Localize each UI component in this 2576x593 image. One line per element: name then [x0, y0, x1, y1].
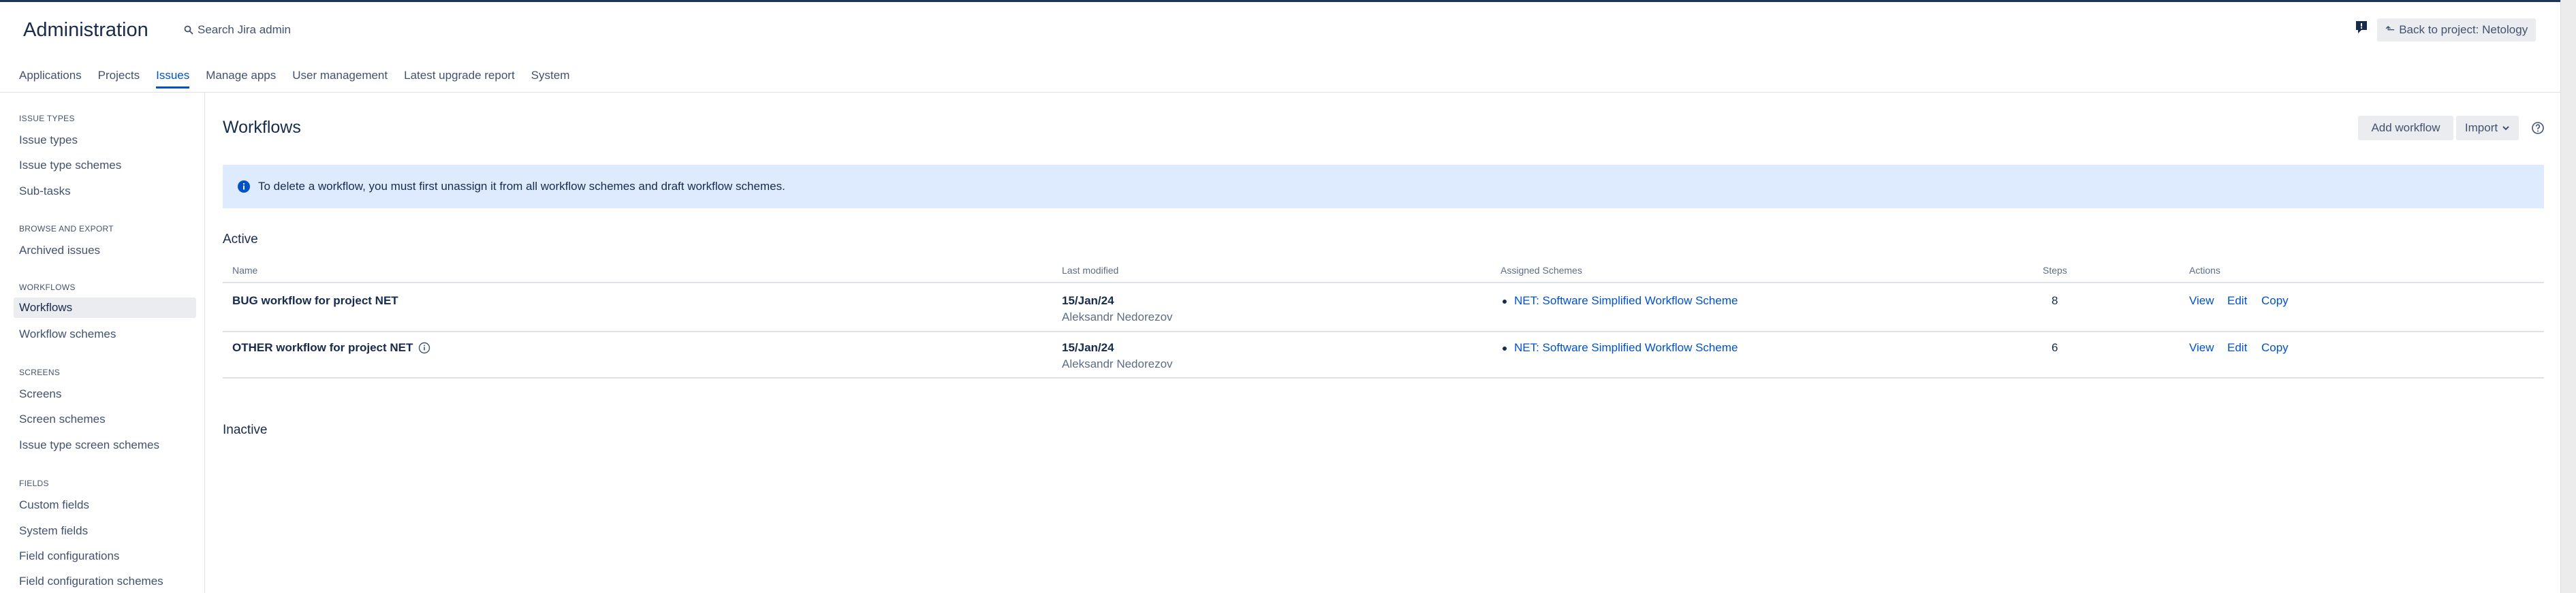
- inactive-heading: Inactive: [223, 423, 268, 437]
- row-divider: [223, 377, 2544, 379]
- workflow-name: BUG workflow for project NET: [232, 294, 398, 308]
- sidebar-item-workflow-schemes[interactable]: Workflow schemes: [14, 324, 196, 344]
- column-assigned-schemes: Assigned Schemes: [1501, 265, 1582, 276]
- workflow-name-text: OTHER workflow for project NET: [232, 341, 413, 354]
- tab-system[interactable]: System: [531, 69, 570, 89]
- sidebar-item-system-fields[interactable]: System fields: [14, 521, 196, 541]
- workflow-name: OTHER workflow for project NET: [232, 341, 430, 355]
- sidebar-item-issue-types[interactable]: Issue types: [14, 130, 196, 150]
- column-actions: Actions: [2189, 265, 2220, 276]
- import-label: Import: [2464, 121, 2498, 134]
- info-banner: To delete a workflow, you must first una…: [223, 165, 2544, 208]
- header-divider: [223, 282, 2544, 283]
- sidebar-section-workflows: WORKFLOWS: [19, 283, 76, 292]
- tabs-divider: [0, 92, 2561, 93]
- steps-count: 6: [2052, 341, 2058, 354]
- last-modified-author: Aleksandr Nedorezov: [1062, 310, 1173, 323]
- sidebar-item-issue-type-screen-schemes[interactable]: Issue type screen schemes: [14, 435, 196, 455]
- sidebar-item-field-configuration-schemes[interactable]: Field configuration schemes: [14, 571, 196, 592]
- tab-user-management[interactable]: User management: [292, 69, 388, 89]
- sidebar-section-browse-export: BROWSE AND EXPORT: [19, 224, 114, 234]
- banner-text: To delete a workflow, you must first una…: [258, 180, 785, 193]
- page-title: Workflows: [223, 118, 301, 137]
- sidebar-item-workflows[interactable]: Workflows: [14, 298, 196, 318]
- column-steps: Steps: [2043, 265, 2067, 276]
- sidebar-item-field-configurations[interactable]: Field configurations: [14, 546, 196, 566]
- add-workflow-button[interactable]: Add workflow: [2358, 116, 2453, 140]
- sidebar-item-sub-tasks[interactable]: Sub-tasks: [14, 181, 196, 202]
- sidebar-item-screens[interactable]: Screens: [14, 384, 196, 404]
- last-modified-date: 15/Jan/24: [1062, 341, 1114, 354]
- active-heading: Active: [223, 232, 258, 246]
- sidebar-section-issue-types: ISSUE TYPES: [19, 114, 75, 123]
- row-divider: [223, 331, 2544, 332]
- scheme-bullet: [1503, 347, 1507, 351]
- last-modified-author: Aleksandr Nedorezov: [1062, 357, 1173, 370]
- sidebar-item-issue-type-schemes[interactable]: Issue type schemes: [14, 155, 196, 176]
- back-button-label: Back to project: Netology: [2399, 23, 2528, 36]
- tab-projects[interactable]: Projects: [98, 69, 140, 89]
- sidebar: ISSUE TYPES Issue types Issue type schem…: [0, 93, 205, 593]
- view-link[interactable]: View: [2189, 294, 2214, 308]
- tab-issues[interactable]: Issues: [156, 69, 190, 89]
- sidebar-item-archived-issues[interactable]: Archived issues: [14, 240, 196, 261]
- search-label: Search Jira admin: [198, 23, 292, 36]
- chevron-down-icon: [2502, 126, 2509, 131]
- help-icon[interactable]: [2531, 121, 2545, 135]
- last-modified-date: 15/Jan/24: [1062, 294, 1114, 307]
- top-border: [0, 0, 2561, 2]
- sidebar-section-screens: SCREENS: [19, 368, 61, 377]
- assigned-scheme-link[interactable]: NET: Software Simplified Workflow Scheme: [1514, 341, 1738, 355]
- column-last-modified: Last modified: [1062, 265, 1119, 276]
- feedback-icon[interactable]: [2354, 20, 2369, 35]
- tab-applications[interactable]: Applications: [19, 69, 82, 89]
- workflow-name-text: BUG workflow for project NET: [232, 294, 398, 307]
- assigned-scheme-link[interactable]: NET: Software Simplified Workflow Scheme: [1514, 294, 1738, 308]
- back-arrow-icon: ⬑: [2385, 23, 2396, 36]
- admin-search[interactable]: Search Jira admin: [184, 23, 291, 37]
- admin-tabs: Applications Projects Issues Manage apps…: [19, 69, 586, 89]
- view-link[interactable]: View: [2189, 341, 2214, 355]
- steps-count: 8: [2052, 294, 2058, 307]
- info-icon: [238, 180, 250, 193]
- vertical-scrollbar[interactable]: [2560, 0, 2576, 593]
- copy-link[interactable]: Copy: [2261, 341, 2289, 355]
- sidebar-item-screen-schemes[interactable]: Screen schemes: [14, 409, 196, 430]
- import-button[interactable]: Import: [2456, 116, 2519, 140]
- tab-manage-apps[interactable]: Manage apps: [206, 69, 276, 89]
- sidebar-section-fields: FIELDS: [19, 479, 49, 488]
- info-outline-icon[interactable]: [418, 342, 430, 354]
- sidebar-item-custom-fields[interactable]: Custom fields: [14, 495, 196, 515]
- copy-link[interactable]: Copy: [2261, 294, 2289, 308]
- back-to-project-button[interactable]: ⬑ Back to project: Netology: [2377, 18, 2536, 42]
- page-header-title: Administration: [23, 19, 148, 41]
- edit-link[interactable]: Edit: [2227, 341, 2247, 355]
- scheme-bullet: [1503, 300, 1507, 304]
- search-icon: [184, 25, 193, 35]
- tab-latest-upgrade-report[interactable]: Latest upgrade report: [404, 69, 515, 89]
- edit-link[interactable]: Edit: [2227, 294, 2247, 308]
- column-name: Name: [232, 265, 258, 276]
